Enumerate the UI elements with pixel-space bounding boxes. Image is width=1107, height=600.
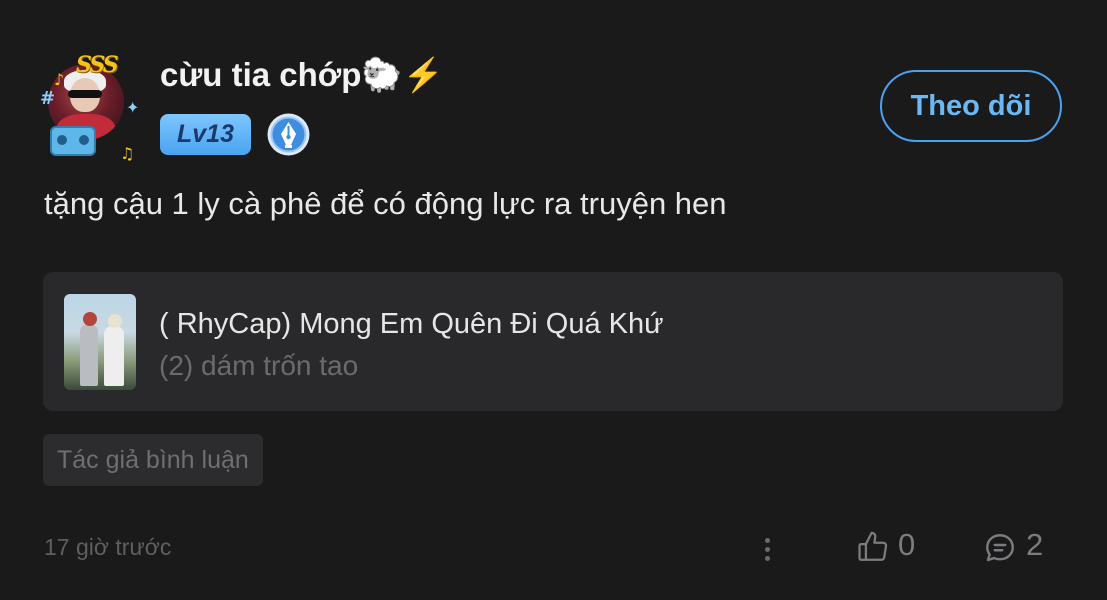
- comment-page: SSS # ♪ ♫ ✦ cừu tia chớp🐑⚡ Lv13 Theo dõi…: [0, 0, 1107, 600]
- user-avatar[interactable]: SSS # ♪ ♫ ✦: [36, 52, 140, 163]
- more-options-button[interactable]: [752, 530, 782, 566]
- level-badge: Lv13: [160, 114, 251, 155]
- story-title: ( RhyCap) Mong Em Quên Đi Quá Khứ: [159, 308, 664, 340]
- author-comment-tag: Tác giả bình luận: [43, 434, 263, 486]
- follow-button[interactable]: Theo dõi: [880, 70, 1062, 142]
- comment-bubble-icon: [986, 534, 1014, 562]
- sparkle-icon: ✦: [126, 98, 140, 117]
- music-note-icon: ♫: [120, 144, 135, 163]
- username[interactable]: cừu tia chớp🐑⚡: [160, 56, 444, 95]
- music-note-icon: ♪: [54, 70, 65, 89]
- comment-timestamp: 17 giờ trước: [44, 534, 172, 560]
- avatar-frame-sss-logo: SSS: [76, 52, 119, 78]
- pen-nib-icon: [266, 112, 311, 157]
- boombox-icon: [50, 126, 96, 156]
- vertical-ellipsis-icon: [765, 538, 770, 543]
- story-card[interactable]: [43, 272, 1063, 411]
- reply-count: 2: [1026, 527, 1044, 562]
- comment-text: tặng cậu 1 ly cà phê để có động lực ra t…: [44, 186, 727, 221]
- story-cover-image: [64, 294, 136, 390]
- like-count: 0: [898, 527, 916, 562]
- story-chapter: (2) dám trốn tao: [159, 350, 359, 381]
- thumbs-up-icon: [858, 531, 888, 561]
- avatar-frame-hash-icon: #: [40, 88, 56, 109]
